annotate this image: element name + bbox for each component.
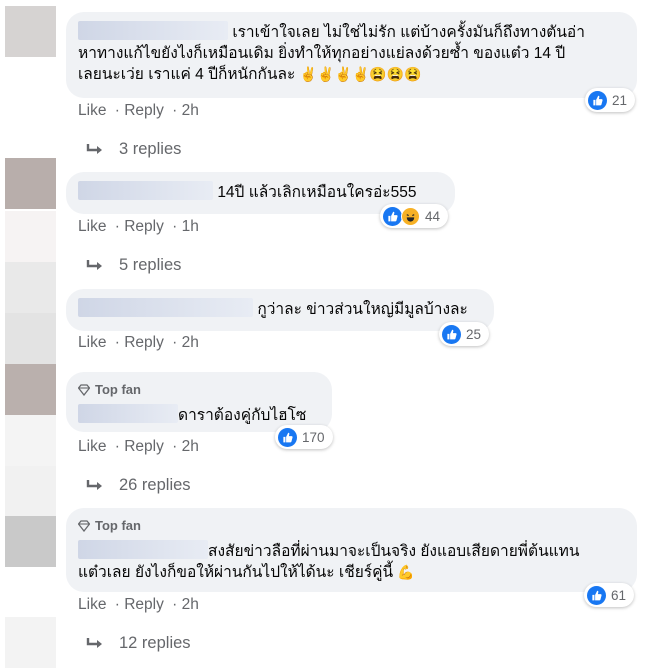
like-reaction-icon — [383, 206, 402, 226]
avatar[interactable] — [5, 313, 56, 364]
like-reaction-icon — [588, 90, 607, 110]
timestamp[interactable]: 1h — [182, 218, 199, 235]
avatar[interactable] — [5, 211, 56, 262]
like-link[interactable]: Like — [78, 438, 106, 455]
comment-text: ดาราต้องคู่กับไฮโซ — [178, 407, 307, 424]
view-replies-link[interactable]: 12 replies — [86, 634, 191, 653]
comment-bubble: Top fan สงสัยข่าวลือที่ผ่านมาจะเป็นจริง … — [66, 508, 637, 592]
comment-text: กูว่าละ ข่าวส่วนใหญ่มีมูลบ้างละ — [257, 301, 468, 318]
timestamp[interactable]: 2h — [182, 102, 199, 119]
view-replies-link[interactable]: 3 replies — [86, 140, 181, 159]
flexed-biceps-emoji: 💪 — [397, 564, 415, 580]
reaction-count: 44 — [425, 208, 441, 224]
comment-bubble: Top fan ดาราต้องคู่กับไฮโซ — [66, 372, 332, 432]
reply-link[interactable]: Reply — [124, 334, 164, 351]
commenter-name[interactable] — [78, 181, 213, 200]
comment-bubble: กูว่าละ ข่าวส่วนใหญ่มีมูลบ้างละ — [66, 289, 494, 331]
reply-link[interactable]: Reply — [124, 596, 164, 613]
commenter-name[interactable] — [78, 540, 208, 559]
avatar[interactable] — [5, 415, 56, 466]
comment-actions: Like · Reply · 2h — [78, 334, 199, 351]
reaction-count: 61 — [611, 587, 627, 603]
like-reaction-icon — [278, 427, 297, 447]
diamond-icon — [78, 383, 90, 396]
comment-bubble: เราเข้าใจเลย ไม่ใช่ไม่รัก แต่บ้างครั้งมั… — [66, 12, 637, 98]
reply-link[interactable]: Reply — [124, 438, 164, 455]
comment-actions: Like · Reply · 2h — [78, 102, 199, 119]
reaction-summary[interactable]: 61 — [584, 583, 635, 607]
like-link[interactable]: Like — [78, 218, 106, 235]
haha-reaction-icon — [401, 206, 420, 226]
comment-text: สงสัยข่าวลือที่ผ่านมาจะเป็นจริง ยังแอบเส… — [208, 543, 580, 560]
reply-link[interactable]: Reply — [124, 102, 164, 119]
diamond-icon — [78, 519, 90, 532]
timestamp[interactable]: 2h — [182, 596, 199, 613]
top-fan-badge: Top fan — [78, 515, 625, 536]
avatar[interactable] — [5, 466, 56, 517]
reply-arrow-icon — [86, 143, 102, 154]
avatar[interactable] — [5, 364, 56, 415]
commenter-name[interactable] — [78, 21, 228, 40]
like-link[interactable]: Like — [78, 334, 106, 351]
comment-actions: Like · Reply · 2h — [78, 438, 199, 455]
replies-count: 12 replies — [119, 634, 191, 652]
commenter-name[interactable] — [78, 404, 178, 423]
replies-count: 26 replies — [119, 476, 191, 494]
comment-text: เราเข้าใจเลย ไม่ใช่ไม่รัก แต่บ้างครั้งมั… — [78, 21, 625, 43]
reply-arrow-icon — [86, 259, 102, 270]
comment-text: 14ปี แล้วเลิกเหมือนใครอ่ะ555 — [217, 184, 417, 201]
commenter-name[interactable] — [78, 298, 253, 317]
reply-arrow-icon — [86, 637, 102, 648]
reaction-count: 21 — [612, 92, 628, 108]
top-fan-badge: Top fan — [78, 379, 320, 400]
like-reaction-icon — [442, 324, 461, 344]
avatar[interactable] — [5, 617, 56, 668]
reaction-summary[interactable]: 21 — [585, 88, 636, 112]
like-reaction-icon — [587, 585, 606, 605]
comment-actions: Like · Reply · 1h — [78, 218, 199, 235]
replies-count: 3 replies — [119, 140, 182, 158]
like-link[interactable]: Like — [78, 596, 106, 613]
emoji-sequence: ✌✌✌✌😫😫😫 — [299, 66, 422, 82]
view-replies-link[interactable]: 26 replies — [86, 476, 191, 495]
reply-arrow-icon — [86, 479, 102, 490]
avatar[interactable] — [5, 158, 56, 209]
reaction-count: 170 — [302, 429, 325, 445]
like-link[interactable]: Like — [78, 102, 106, 119]
reaction-summary[interactable]: 44 — [380, 204, 449, 228]
timestamp[interactable]: 2h — [182, 334, 199, 351]
comment-text-line: แต๋วเลย ยังไงก็ขอให้ผ่านกันไปให้ได้นะ เช… — [78, 564, 415, 581]
reaction-summary[interactable]: 25 — [439, 322, 490, 346]
reply-link[interactable]: Reply — [124, 218, 164, 235]
replies-count: 5 replies — [119, 256, 182, 274]
timestamp[interactable]: 2h — [182, 438, 199, 455]
view-replies-link[interactable]: 5 replies — [86, 256, 181, 275]
avatar[interactable] — [5, 6, 56, 57]
reaction-summary[interactable]: 170 — [275, 425, 333, 449]
comment-text-line: เลยนะเว่ย เราแค่ 4 ปีก็หนักกันละ ✌✌✌✌😫😫😫 — [78, 66, 422, 83]
comment-actions: Like · Reply · 2h — [78, 596, 199, 613]
reaction-count: 25 — [466, 326, 482, 342]
avatar[interactable] — [5, 516, 56, 567]
avatar[interactable] — [5, 262, 56, 313]
comment-text-line: หาทางแก้ไขยังไงก็เหมือนเดิม ยิ่งทำให้ทุก… — [78, 45, 566, 62]
